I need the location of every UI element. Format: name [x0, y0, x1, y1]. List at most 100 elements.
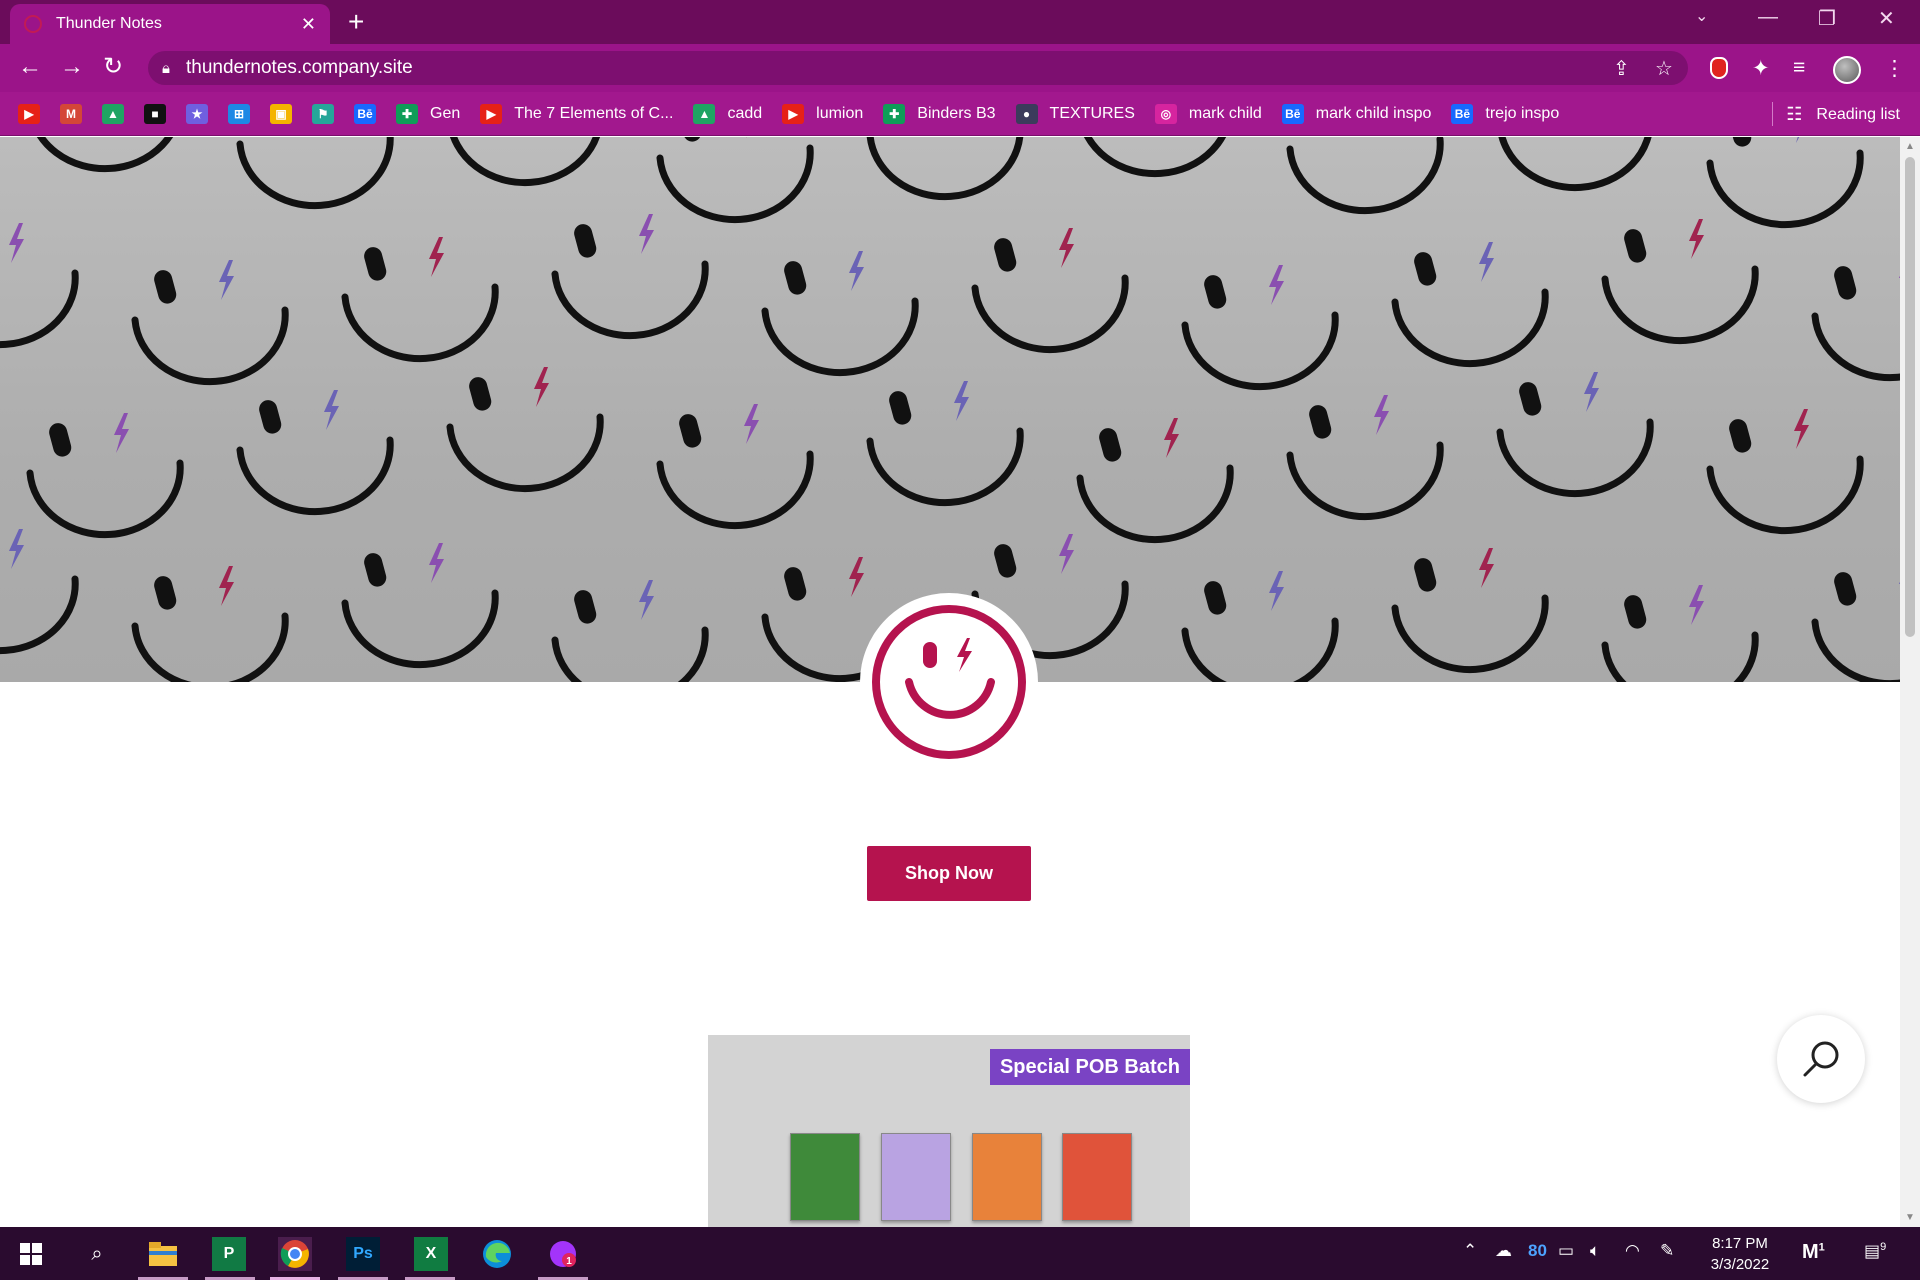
- new-tab-button[interactable]: +: [348, 8, 364, 36]
- special-pob-batch-banner[interactable]: Special POB Batch: [708, 1035, 1190, 1227]
- scrollbar-thumb[interactable]: [1905, 157, 1915, 637]
- volume-icon[interactable]: 🔈︎: [1590, 1241, 1600, 1261]
- profile-avatar[interactable]: [1833, 56, 1861, 84]
- tab-search-icon[interactable]: ⌄: [1695, 6, 1708, 26]
- smiley-face-icon: [761, 251, 919, 377]
- bookmark-star-icon[interactable]: ☆: [1655, 56, 1673, 81]
- bookmark-item[interactable]: ▶ The 7 Elements of C...: [480, 103, 674, 124]
- url-text: thundernotes.company.site: [185, 57, 413, 78]
- bookmark-label: trejo inspo: [1485, 104, 1560, 122]
- back-arrow-icon[interactable]: ←: [18, 54, 42, 80]
- share-icon[interactable]: ⇪: [1613, 56, 1630, 81]
- scroll-down-icon[interactable]: ▼: [1905, 1212, 1915, 1223]
- tab-thunder-notes[interactable]: Thunder Notes ✕: [10, 4, 330, 44]
- smiley-face-icon: [1083, 137, 1227, 178]
- smiley-logo-icon: [872, 605, 1026, 759]
- system-clock[interactable]: 8:17 PM 3/3/2022: [1690, 1233, 1790, 1275]
- album-card: [972, 1133, 1042, 1221]
- windows-start-icon[interactable]: [14, 1237, 48, 1271]
- bookmark-item[interactable]: ◎ mark child: [1154, 103, 1262, 124]
- store-logo[interactable]: [860, 593, 1038, 771]
- bookmark-icon-item[interactable]: ★: [186, 103, 208, 124]
- sheets-icon: ✚: [883, 103, 906, 124]
- bookmark-item[interactable]: ✚ Binders B3: [883, 103, 996, 124]
- smiley-face-icon: [551, 580, 709, 682]
- page-scrollbar[interactable]: ▲ ▼: [1900, 137, 1920, 1227]
- forward-arrow-icon[interactable]: →: [60, 54, 84, 80]
- edge-icon[interactable]: [480, 1237, 514, 1271]
- bookmark-icon-item[interactable]: ▲: [102, 103, 124, 124]
- scroll-up-icon[interactable]: ▲: [1905, 141, 1915, 152]
- chrome-icon[interactable]: [278, 1237, 312, 1271]
- bookmark-item[interactable]: ✚ Gen: [396, 103, 460, 124]
- bookmark-item[interactable]: Bē mark child inspo: [1281, 103, 1431, 124]
- bookmark-item[interactable]: Bē trejo inspo: [1451, 103, 1560, 124]
- bookmark-icon-item[interactable]: ■: [144, 103, 166, 124]
- extensions-puzzle-icon[interactable]: ✦: [1752, 56, 1770, 81]
- smiley-face-icon: [1076, 418, 1234, 544]
- smiley-face-icon: [236, 137, 394, 210]
- smiley-face-icon: [1706, 137, 1864, 229]
- bookmarks-bar: ▶ M ▲ ■ ★ ⊞ ▣ ⚑ Bē ✚ Gen ▶ The 7 Elements of C... ▲ ca…: [0, 92, 1920, 136]
- bookmark-item[interactable]: ▲ cadd: [693, 103, 762, 124]
- reload-icon[interactable]: ↻: [103, 54, 123, 80]
- smiley-face-icon: [341, 237, 499, 363]
- behance-icon: Bē: [1451, 103, 1474, 124]
- smiley-face-icon: [446, 367, 604, 493]
- clock-time: 8:17 PM: [1712, 1235, 1768, 1252]
- extension-shield-icon[interactable]: [1710, 57, 1728, 79]
- reading-list-label: Reading list: [1816, 105, 1900, 123]
- lock-icon[interactable]: 🔒︎: [162, 60, 170, 77]
- bookmark-item[interactable]: ▶ lumion: [782, 103, 863, 124]
- bookmark-icon-item[interactable]: ⚑: [312, 103, 334, 124]
- restore-icon[interactable]: ❐: [1818, 6, 1836, 31]
- smiley-face-icon: [1391, 548, 1549, 674]
- close-window-icon[interactable]: ✕: [1878, 6, 1895, 31]
- bookmark-icon-item[interactable]: ⊞: [228, 103, 250, 124]
- media-queue-icon[interactable]: ≡: [1793, 56, 1805, 80]
- battery-icon[interactable]: ▭: [1558, 1241, 1574, 1261]
- star-app-icon: ★: [186, 103, 208, 124]
- search-icon: [1803, 1041, 1839, 1077]
- show-hidden-icons[interactable]: ⌃: [1463, 1241, 1477, 1261]
- smiley-face-icon: [131, 566, 289, 682]
- taskbar-search-icon[interactable]: ⌕: [80, 1237, 114, 1271]
- bookmark-icon-item[interactable]: Bē: [354, 103, 376, 124]
- file-explorer-icon[interactable]: [146, 1237, 180, 1271]
- mail-app-icon[interactable]: M1: [1802, 1241, 1825, 1264]
- sheets-icon: ✚: [396, 103, 418, 124]
- album-card: [790, 1133, 860, 1221]
- close-tab-icon[interactable]: ✕: [301, 14, 316, 35]
- smiley-face-icon: [656, 404, 814, 530]
- bookmark-item[interactable]: ● TEXTURES: [1015, 103, 1135, 124]
- minimize-icon[interactable]: —: [1758, 6, 1778, 29]
- photoshop-icon[interactable]: Ps: [346, 1237, 380, 1271]
- search-button[interactable]: [1777, 1015, 1865, 1103]
- bookmark-label: TEXTURES: [1049, 104, 1135, 122]
- bookmark-icon-item[interactable]: ▶: [18, 103, 40, 124]
- bookmark-icon-item[interactable]: ▣: [270, 103, 292, 124]
- excel-icon[interactable]: X: [414, 1237, 448, 1271]
- smiley-face-icon: [866, 381, 1024, 507]
- unsplash-icon: ■: [144, 103, 166, 124]
- address-bar[interactable]: 🔒︎ thundernotes.company.site: [148, 51, 1688, 85]
- smiley-face-icon: [0, 529, 79, 655]
- smiley-face-icon: [341, 543, 499, 669]
- messenger-icon[interactable]: 1: [546, 1237, 580, 1271]
- more-menu-icon[interactable]: ⋮: [1884, 56, 1905, 81]
- pen-icon[interactable]: ✎: [1660, 1241, 1674, 1261]
- smiley-face-icon: [866, 137, 1024, 201]
- onedrive-cloud-icon[interactable]: ☁: [1495, 1241, 1512, 1261]
- reading-list-button[interactable]: ☷ Reading list: [1786, 104, 1900, 125]
- tab-strip: Thunder Notes ✕ + ⌄ — ❐ ✕: [0, 0, 1920, 44]
- bookmark-icon-item[interactable]: M: [60, 103, 82, 124]
- notifications-icon[interactable]: ▤9: [1864, 1241, 1886, 1262]
- bookmarks-separator: [1772, 102, 1773, 126]
- youtube-icon: ▶: [18, 103, 40, 124]
- store-icon: ⊞: [228, 103, 250, 124]
- shop-now-button[interactable]: Shop Now: [867, 846, 1031, 901]
- smiley-face-icon: [36, 137, 174, 173]
- project-app-icon[interactable]: P: [212, 1237, 246, 1271]
- bookmark-label: The 7 Elements of C...: [514, 104, 674, 122]
- wifi-icon[interactable]: ◠: [1625, 1241, 1640, 1261]
